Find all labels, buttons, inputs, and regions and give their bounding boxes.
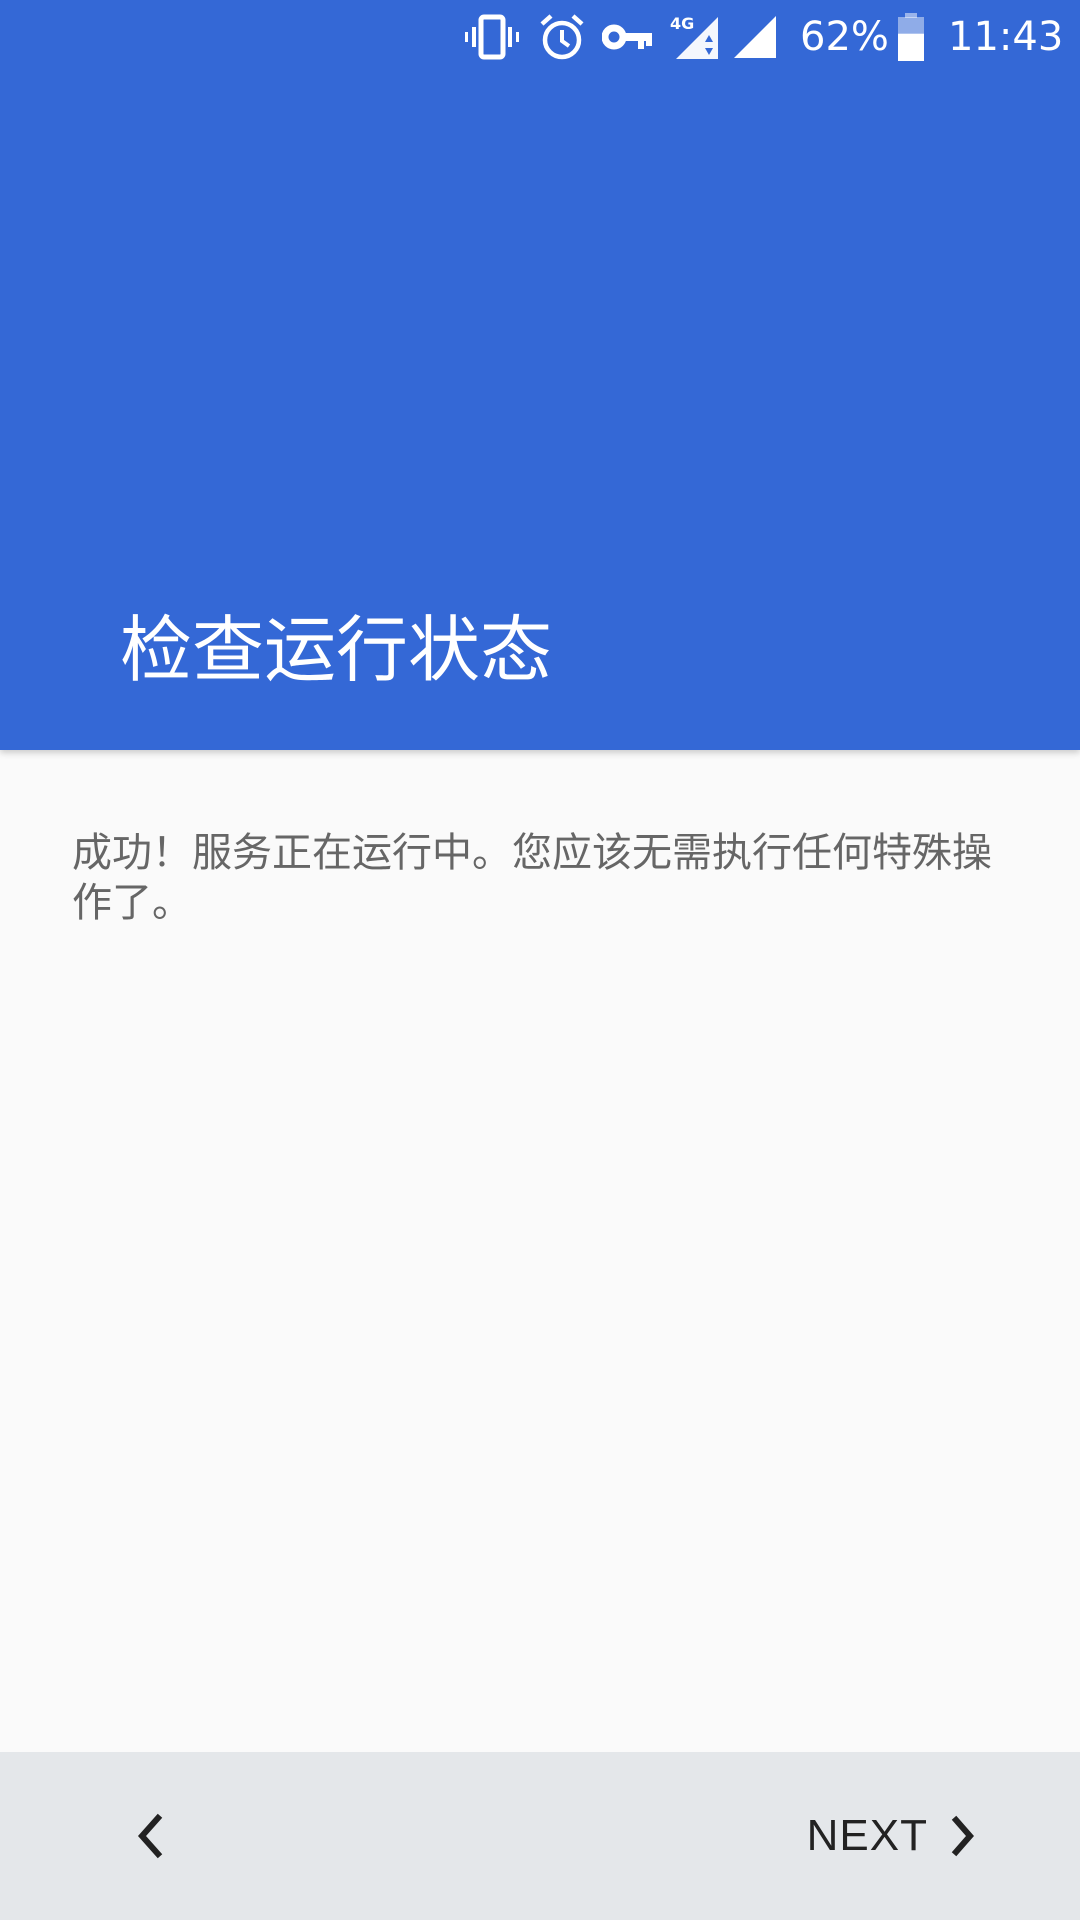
next-button[interactable]: NEXT	[807, 1786, 980, 1886]
chevron-left-icon	[137, 1813, 163, 1859]
header: 4G 62% 11:43 检查运行状态	[0, 0, 1080, 750]
next-button-label: NEXT	[806, 1811, 928, 1860]
clock: 11:43	[948, 14, 1064, 60]
mobile-data-4g-icon: 4G	[670, 12, 720, 62]
signal-icon	[732, 12, 778, 62]
status-message: 成功！服务正在运行中。您应该无需执行任何特殊操作了。	[72, 830, 992, 926]
network-type-label: 4G	[670, 14, 694, 33]
vibrate-icon	[462, 12, 522, 62]
status-bar: 4G 62% 11:43	[0, 0, 1080, 75]
battery-percentage: 62%	[800, 14, 889, 60]
back-button[interactable]	[100, 1786, 200, 1886]
alarm-icon	[538, 12, 586, 62]
page-title: 检查运行状态	[120, 608, 553, 692]
vpn-key-icon	[602, 12, 654, 62]
chevron-right-icon	[951, 1815, 974, 1857]
bottom-navigation-bar: NEXT	[0, 1752, 1080, 1920]
setup-screen: 4G 62% 11:43 检查运行状态 成功！服务正在运行中。您应该无需执行任何…	[0, 0, 1080, 1920]
battery-icon	[896, 12, 926, 62]
